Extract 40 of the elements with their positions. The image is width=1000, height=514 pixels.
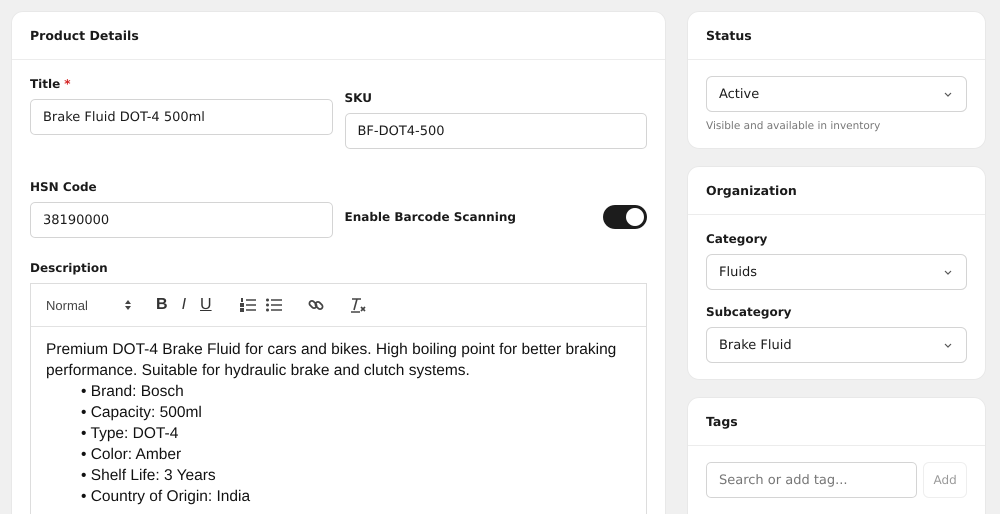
- sku-field[interactable]: BF-DOT4-500: [344, 113, 647, 149]
- tag-search-field[interactable]: Search or add tag...: [706, 462, 918, 498]
- card-title: Organization: [706, 183, 797, 198]
- chevron-down-icon: [944, 92, 952, 96]
- chevron-down-icon: [944, 342, 952, 348]
- toggle-switch[interactable]: [603, 204, 647, 228]
- select-field[interactable]: Fluids: [706, 254, 967, 290]
- description-text: Premium DOT-4 Brake Fluid for cars and bikes. High boiling point for better braking performance. Suitable for hydraulic brake and clutch systems.: [46, 340, 618, 381]
- bold-button[interactable]: B: [154, 296, 170, 314]
- italic-button[interactable]: I: [180, 296, 188, 314]
- title-field[interactable]: Brake Fluid DOT-4 500ml: [30, 99, 332, 135]
- chevron-down-icon: [944, 270, 952, 274]
- select-field[interactable]: Active: [706, 76, 967, 112]
- field-label: Description: [30, 260, 108, 276]
- bullet-item: • Type: DOT-4: [80, 424, 180, 444]
- link-icon[interactable]: [308, 297, 324, 313]
- field-label: Category: [706, 231, 768, 247]
- card-title: Status: [706, 28, 752, 43]
- bullet-item: • Capacity: 500ml: [80, 403, 203, 423]
- toggle-label: Enable Barcode Scanning: [344, 210, 516, 224]
- field-label: SKU: [344, 90, 372, 106]
- up-down-caret-icon: [124, 299, 132, 311]
- select-field[interactable]: Brake Fluid: [706, 327, 967, 363]
- bullet-item: • Country of Origin: India: [80, 487, 252, 507]
- field-label: Title: [30, 76, 60, 92]
- field-label: Subcategory: [706, 304, 792, 320]
- bullet-item: • Color: Amber: [80, 445, 182, 465]
- bullet-item: • Brand: Bosch: [80, 382, 185, 402]
- numbered-list-icon[interactable]: [240, 298, 256, 312]
- format-dropdown[interactable]: Normal: [46, 298, 132, 312]
- required-mark: *: [64, 76, 71, 92]
- field-label: HSN Code: [30, 179, 97, 195]
- card-title: Product Details: [30, 28, 139, 43]
- bullet-item: • Shelf Life: 3 Years: [80, 466, 217, 486]
- clear-format-icon[interactable]: [350, 297, 366, 313]
- helper-text: Visible and available in inventory: [706, 120, 882, 132]
- hsn-code-field[interactable]: 38190000: [30, 202, 332, 238]
- underline-button[interactable]: U: [198, 296, 214, 314]
- bullet-list-icon[interactable]: [266, 298, 282, 312]
- card-title: Tags: [706, 414, 738, 429]
